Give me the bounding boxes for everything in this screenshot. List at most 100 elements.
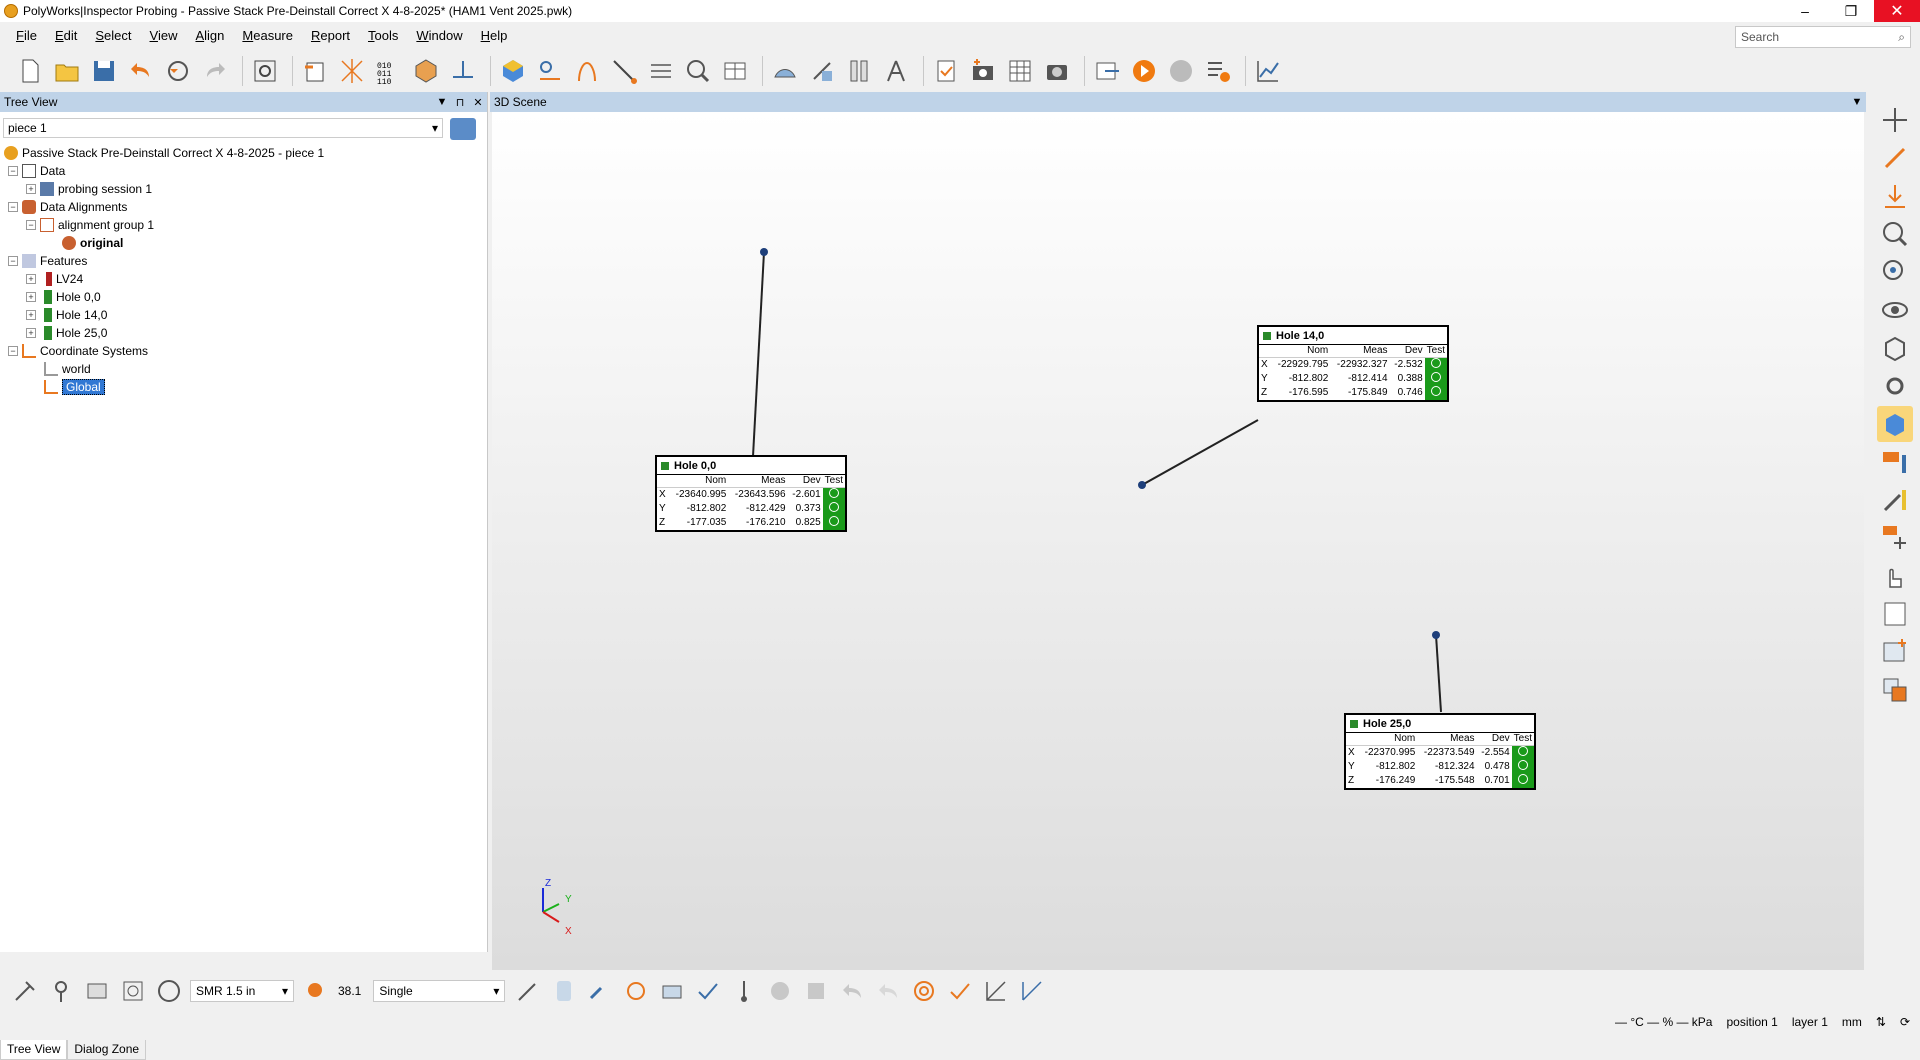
snapshot-add-icon[interactable] [967, 55, 999, 87]
dropdown-icon[interactable]: ▼ [433, 96, 451, 108]
tree-node-features[interactable]: − Features [4, 252, 324, 270]
report-check-icon[interactable] [930, 55, 962, 87]
new-file-icon[interactable] [14, 55, 46, 87]
expand-icon[interactable]: + [26, 328, 36, 338]
line-tool-icon[interactable] [608, 55, 640, 87]
layer-select[interactable]: layer 1 [1792, 1015, 1828, 1029]
menu-file[interactable]: File [16, 28, 37, 43]
open-folder-icon[interactable] [51, 55, 83, 87]
tab-tree-view[interactable]: Tree View [0, 1040, 68, 1060]
tab-dialog-zone[interactable]: Dialog Zone [67, 1040, 147, 1060]
measure-point-icon[interactable] [585, 976, 615, 1006]
annotation-icon[interactable] [1877, 444, 1913, 480]
camera-icon[interactable] [1041, 55, 1073, 87]
collapse-icon[interactable]: − [8, 346, 18, 356]
pan-icon[interactable] [1877, 102, 1913, 138]
measure-icon[interactable] [534, 55, 566, 87]
smr-icon[interactable] [154, 976, 184, 1006]
expand-icon[interactable]: + [26, 274, 36, 284]
verify-icon[interactable] [945, 976, 975, 1006]
search-input[interactable]: Search ⌕ [1735, 26, 1911, 48]
stop-icon[interactable] [801, 976, 831, 1006]
probe-tip-icon[interactable] [729, 976, 759, 1006]
piece-manager-icon[interactable] [450, 118, 476, 140]
eye-icon[interactable] [1877, 292, 1913, 328]
expand-icon[interactable]: + [26, 310, 36, 320]
probe-settings-icon[interactable] [46, 976, 76, 1006]
caliper-icon[interactable] [880, 55, 912, 87]
probe-select[interactable]: SMR 1.5 in ▾ [190, 980, 294, 1002]
close-button[interactable]: ✕ [1874, 0, 1920, 22]
collapse-icon[interactable]: − [8, 256, 18, 266]
minimize-button[interactable]: – [1782, 0, 1828, 22]
add-view-icon[interactable] [1877, 634, 1913, 670]
back-icon[interactable] [837, 976, 867, 1006]
probe-point[interactable] [760, 248, 768, 256]
export-icon[interactable] [1091, 55, 1123, 87]
scan-icon[interactable] [909, 976, 939, 1006]
probe-point[interactable] [1138, 481, 1146, 489]
gear-icon[interactable] [1877, 368, 1913, 404]
hand-pointer-icon[interactable] [1877, 558, 1913, 594]
menu-report[interactable]: Report [311, 28, 350, 43]
tree-node-lv24[interactable]: + LV24 [4, 270, 324, 288]
frame-alt-icon[interactable] [1017, 976, 1047, 1006]
graph-icon[interactable] [1252, 55, 1284, 87]
refresh-icon[interactable]: ⟳ [1900, 1015, 1910, 1029]
undo-alignment-icon[interactable] [162, 55, 194, 87]
zoom-fit-icon[interactable] [1877, 216, 1913, 252]
menu-measure[interactable]: Measure [242, 28, 293, 43]
close-icon[interactable]: ✕ [469, 96, 487, 109]
hand-probe-icon[interactable] [571, 55, 603, 87]
tree-node-hole-0-0[interactable]: + Hole 0,0 [4, 288, 324, 306]
snap-icon[interactable]: ⇅ [1876, 1015, 1886, 1029]
probe-point[interactable] [1432, 631, 1440, 639]
table-tool-icon[interactable] [719, 55, 751, 87]
drop-point-icon[interactable] [1877, 178, 1913, 214]
zoom-icon[interactable] [1877, 254, 1913, 290]
tree-node-world[interactable]: world [4, 360, 324, 378]
sequence-icon[interactable] [1202, 55, 1234, 87]
tree-node-alignment-group[interactable]: − alignment group 1 [4, 216, 324, 234]
object-icon[interactable] [410, 55, 442, 87]
spreadsheet-icon[interactable] [1004, 55, 1036, 87]
frame-icon[interactable] [981, 976, 1011, 1006]
menu-select[interactable]: Select [95, 28, 131, 43]
redo-icon[interactable] [199, 55, 231, 87]
expand-icon[interactable]: + [26, 292, 36, 302]
collapse-icon[interactable]: − [26, 220, 36, 230]
callout-hole-14-0[interactable]: Hole 14,0 Nom Meas Dev Test X -22929.795 -229… [1257, 325, 1449, 402]
cube-view-icon[interactable] [1877, 330, 1913, 366]
tree-node-hole-14-0[interactable]: + Hole 14,0 [4, 306, 324, 324]
tree-node-hole-25-0[interactable]: + Hole 25,0 [4, 324, 324, 342]
swap-view-icon[interactable] [1877, 672, 1913, 708]
collapse-icon[interactable]: − [8, 202, 18, 212]
import-icon[interactable] [299, 55, 331, 87]
device-config-icon[interactable] [82, 976, 112, 1006]
color-map-icon[interactable] [1877, 406, 1913, 442]
piece-selector[interactable]: piece 1 ▾ [3, 118, 443, 138]
callout-hole-0-0[interactable]: Hole 0,0 Nom Meas Dev Test X -23640.995 -2364… [655, 455, 847, 532]
undo-icon[interactable] [125, 55, 157, 87]
position-select[interactable]: position 1 [1726, 1015, 1777, 1029]
menu-edit[interactable]: Edit [55, 28, 77, 43]
tree-node-original[interactable]: original [4, 234, 324, 252]
color-map-icon[interactable] [497, 55, 529, 87]
gauge-icon[interactable] [843, 55, 875, 87]
tree-node-global[interactable]: Global [4, 378, 324, 396]
binary-data-icon[interactable]: 010 011 110 [373, 55, 405, 87]
restore-button[interactable]: ❐ [1828, 0, 1874, 22]
surface-icon[interactable] [769, 55, 801, 87]
pin-icon[interactable]: ⊓ [451, 96, 469, 109]
menu-align[interactable]: Align [195, 28, 224, 43]
section-icon[interactable] [806, 55, 838, 87]
probe-device-icon[interactable] [10, 976, 40, 1006]
menu-tools[interactable]: Tools [368, 28, 398, 43]
tree-node-probing-session[interactable]: + probing session 1 [4, 180, 324, 198]
tree-node-data[interactable]: − Data [4, 162, 324, 180]
record-icon[interactable] [765, 976, 795, 1006]
tree-node-data-alignments[interactable]: − Data Alignments [4, 198, 324, 216]
zoom-tool-icon[interactable] [682, 55, 714, 87]
tools-icon[interactable] [1877, 482, 1913, 518]
3d-viewport[interactable]: Hole 0,0 Nom Meas Dev Test X -23640.995 -2364… [492, 112, 1864, 970]
